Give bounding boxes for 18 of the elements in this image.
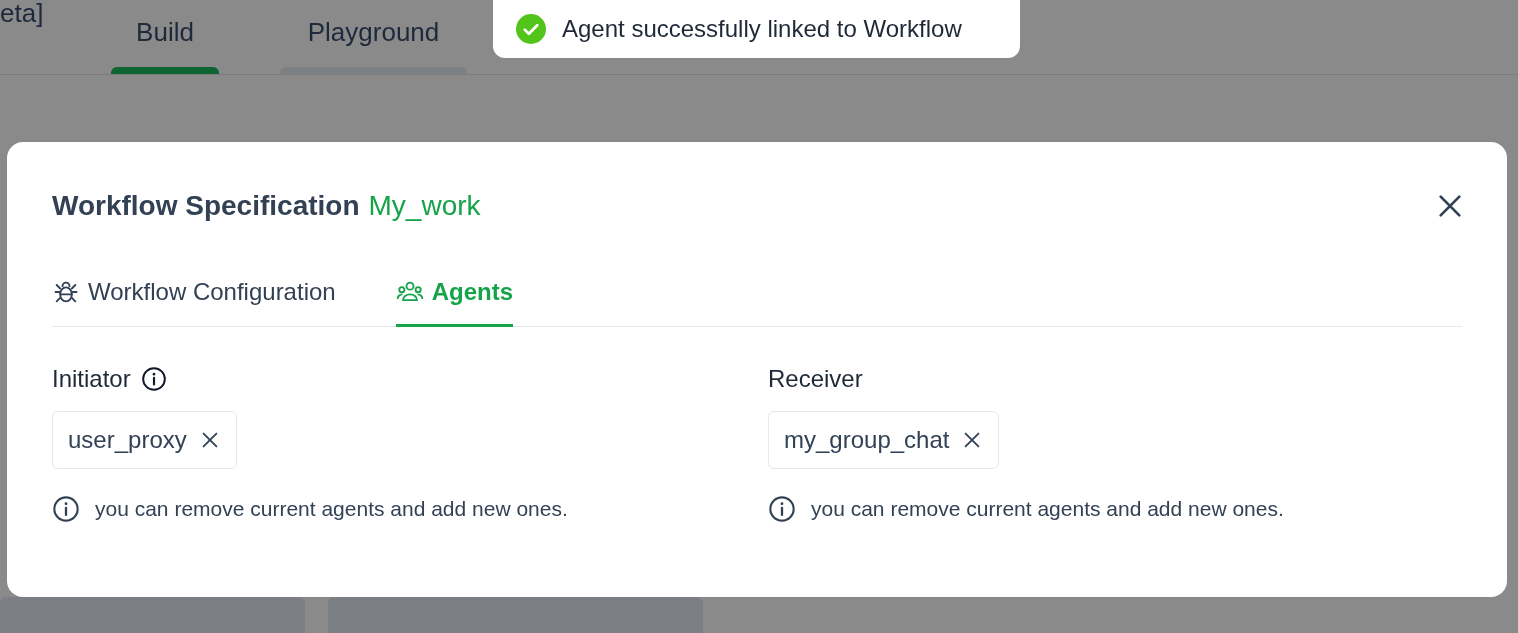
- field-label: Receiver: [768, 364, 863, 394]
- brand-text: eta]: [0, 0, 44, 26]
- nav-tab[interactable]: Build: [111, 0, 219, 74]
- nav-tab[interactable]: Playground: [280, 0, 467, 74]
- hint-text: you can remove current agents and add new ones.: [95, 496, 568, 522]
- check-circle-icon: [516, 14, 546, 44]
- toast-message: Agent successfully linked to Workflow: [562, 14, 962, 44]
- info-icon: [52, 494, 80, 523]
- modal-title: Workflow Specification: [52, 189, 360, 223]
- agent-name: my_group_chat: [784, 425, 950, 455]
- dialog-tab[interactable]: Agents: [395, 271, 513, 327]
- hint-text: you can remove current agents and add new ones.: [811, 496, 1284, 522]
- info-icon[interactable]: [140, 366, 167, 392]
- field-label: Initiator: [52, 364, 131, 394]
- agent-name: user_proxy: [68, 425, 187, 455]
- info-icon: [768, 494, 796, 523]
- dialog-tab[interactable]: Workflow Configuration: [52, 271, 336, 327]
- workflow-name: My_work: [368, 189, 481, 223]
